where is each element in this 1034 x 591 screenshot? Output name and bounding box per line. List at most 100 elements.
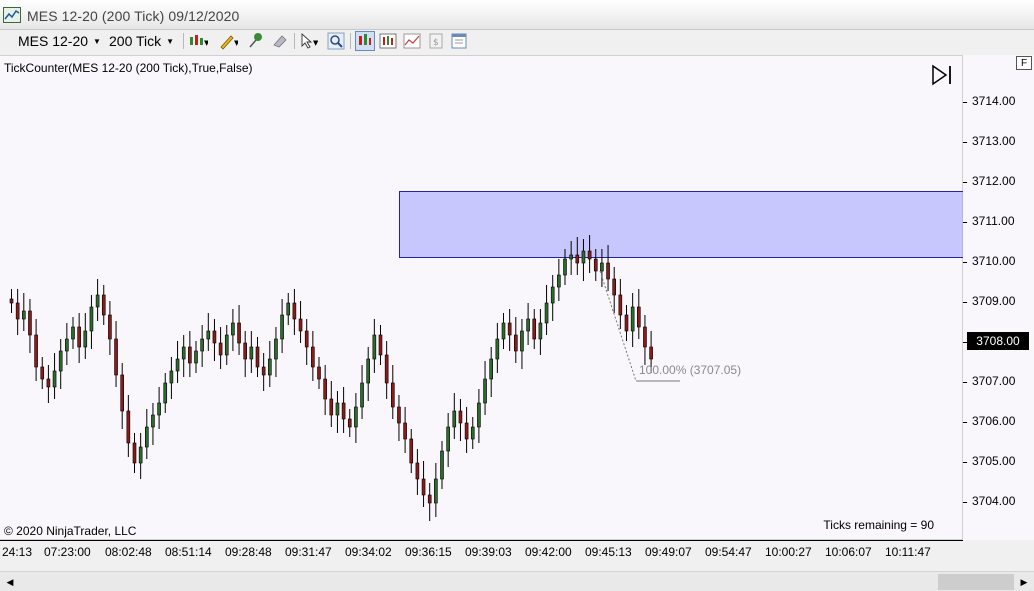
eraser-icon[interactable]	[270, 31, 290, 51]
candle-bar	[403, 407, 407, 453]
indicators-icon[interactable]	[402, 31, 422, 51]
scroll-right-arrow-icon[interactable]: ▶	[1016, 574, 1032, 590]
candle-body	[194, 350, 198, 364]
candle-bar	[212, 319, 217, 361]
candle-body	[495, 338, 500, 360]
candle-body	[507, 322, 512, 336]
candle-body	[304, 330, 309, 348]
candle-bar	[138, 433, 143, 479]
candle-bar	[71, 317, 75, 349]
svg-text:▼: ▼	[313, 39, 318, 47]
time-axis[interactable]: 24:13 07:23:00 08:02:48 08:51:14 09:28:48 09:…	[0, 540, 963, 570]
candle-body	[501, 322, 506, 340]
candle-bar	[501, 313, 506, 349]
candle-body	[311, 346, 315, 368]
toolbar-divider	[294, 33, 295, 49]
candle-body	[28, 310, 32, 336]
interval-selector[interactable]: 200 Tick ▼	[109, 32, 174, 50]
candle-bar	[335, 391, 340, 433]
candle-body	[446, 426, 450, 452]
time-axis-label: 09:45:13	[585, 545, 632, 559]
candle-body	[415, 462, 420, 480]
scroll-left-arrow-icon[interactable]: ◀	[2, 574, 18, 590]
candle-body	[397, 406, 401, 424]
candle-bar	[89, 295, 94, 349]
time-axis-label: 09:54:47	[705, 545, 752, 559]
candle-bar	[120, 363, 124, 429]
candle-bar	[175, 341, 180, 383]
price-axis-label: 3707.00	[972, 374, 1016, 388]
price-axis-label: 3706.00	[972, 414, 1016, 428]
draw-pencil-icon[interactable]: ▼	[218, 31, 238, 51]
candle-body	[95, 294, 100, 308]
candle-body	[452, 410, 457, 428]
candle-bar	[563, 249, 567, 285]
candle-bar	[65, 323, 69, 365]
price-axis-label: 3712.00	[972, 174, 1016, 188]
bar-type-icon[interactable]: ▼	[188, 31, 208, 51]
scroll-thumb[interactable]	[938, 574, 1014, 590]
candle-bar	[101, 285, 106, 325]
price-axis-label: 3710.00	[972, 254, 1016, 268]
zoom-icon[interactable]	[326, 31, 346, 51]
chart-style-icon[interactable]	[355, 31, 375, 51]
candle-body	[606, 262, 610, 280]
candle-bar	[243, 331, 247, 377]
candle-bar	[372, 319, 377, 373]
candle-body	[274, 338, 278, 360]
candle-body	[280, 314, 284, 340]
price-bars	[9, 235, 680, 521]
candle-bar	[409, 429, 414, 473]
candle-bar	[255, 337, 260, 377]
candle-bar	[612, 267, 617, 313]
candle-bar	[495, 323, 500, 373]
candle-body	[489, 358, 494, 380]
candle-body	[323, 378, 327, 400]
price-axis-tick	[963, 422, 967, 423]
candle-bar	[317, 357, 321, 389]
toolbar-divider	[183, 33, 184, 49]
candle-body	[58, 350, 63, 372]
candle-body	[249, 346, 254, 360]
candle-body	[341, 402, 346, 420]
pin-icon[interactable]	[246, 31, 266, 51]
format-button[interactable]: F	[1016, 56, 1032, 70]
strategies-icon[interactable]: $	[426, 31, 446, 51]
chart-panel[interactable]: TickCounter(MES 12-20 (200 Tick),True,Fa…	[0, 55, 963, 540]
candle-bar	[237, 305, 241, 355]
pointer-icon[interactable]: ▼	[298, 31, 318, 51]
horizontal-scrollbar[interactable]: ◀ ▶	[0, 571, 1034, 591]
candle-bar	[169, 357, 174, 399]
time-axis-label: 24:13	[2, 545, 33, 559]
candle-bar	[21, 293, 26, 331]
candle-body	[71, 326, 75, 340]
candle-body	[563, 258, 567, 276]
price-axis-label: 3713.00	[972, 134, 1016, 148]
fibonacci-trend-line[interactable]	[599, 270, 637, 382]
candle-bar	[446, 413, 450, 467]
candle-body	[181, 346, 186, 360]
price-axis[interactable]: 3714.00 3713.00 3712.00 3711.00 3710.00 3709.…	[963, 55, 1034, 540]
candle-body	[77, 326, 81, 348]
candle-body	[145, 426, 149, 448]
candle-body	[538, 322, 543, 340]
candle-body	[329, 398, 334, 416]
candle-body	[409, 438, 414, 464]
title-bar[interactable]: MES 12-20 (200 Tick) 09/12/2020	[0, 0, 1034, 30]
candle-body	[335, 402, 340, 416]
candle-body	[286, 302, 291, 316]
time-axis-label: 09:39:03	[465, 545, 512, 559]
candle-bar	[249, 331, 254, 373]
time-axis-label: 07:23:00	[44, 545, 91, 559]
candle-body	[618, 294, 623, 316]
chart-window: MES 12-20 (200 Tick) 09/12/2020 MES 12-2…	[0, 0, 1034, 591]
candle-body	[354, 406, 358, 428]
properties-icon[interactable]	[449, 31, 469, 51]
data-box-icon[interactable]	[378, 31, 398, 51]
instrument-selector[interactable]: MES 12-20 ▼	[18, 32, 101, 50]
candle-bar	[520, 319, 524, 369]
candle-body	[231, 322, 235, 336]
candle-body	[360, 382, 364, 408]
candle-body	[372, 334, 377, 360]
candle-bar	[9, 289, 14, 313]
